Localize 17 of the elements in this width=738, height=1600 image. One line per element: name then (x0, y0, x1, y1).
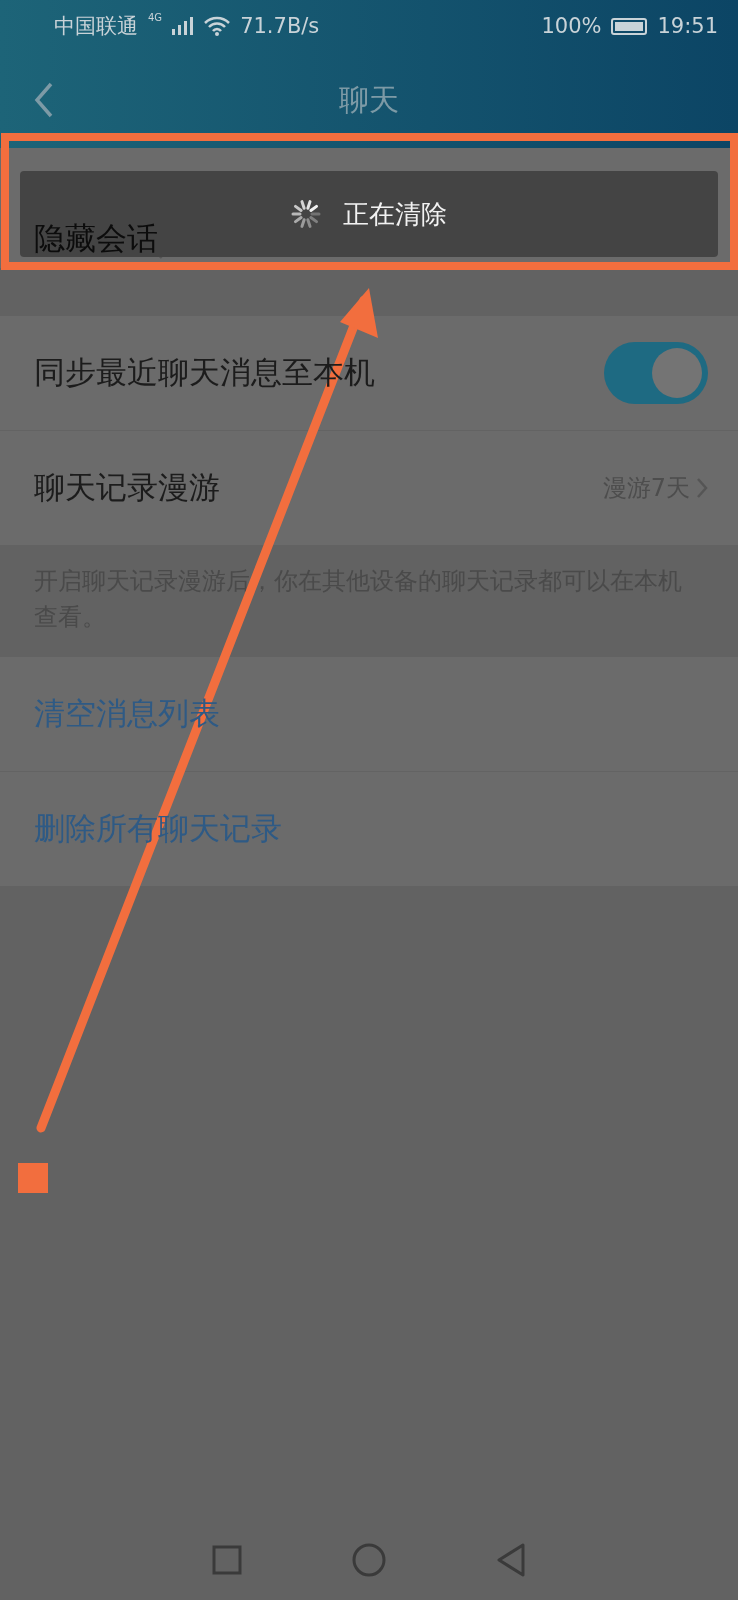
back-icon[interactable] (34, 82, 54, 118)
spinner-icon (291, 199, 321, 229)
row-label: 聊天记录漫游 (34, 468, 221, 507)
home-icon[interactable] (352, 1543, 386, 1577)
row-label: 隐藏会话 (34, 219, 158, 258)
page-title: 聊天 (339, 80, 399, 119)
battery-icon (611, 17, 648, 35)
battery-percent: 100% (541, 14, 602, 38)
network-type: 4G (148, 12, 163, 23)
wifi-icon (204, 16, 231, 36)
annotation-marker (18, 1163, 48, 1193)
clock: 19:51 (657, 14, 718, 38)
network-speed: 71.7B/s (240, 14, 320, 38)
signal-icon (172, 17, 195, 35)
square-icon[interactable] (212, 1545, 242, 1575)
back-triangle-icon[interactable] (496, 1543, 526, 1577)
carrier-name: 中国联通 (54, 13, 138, 40)
